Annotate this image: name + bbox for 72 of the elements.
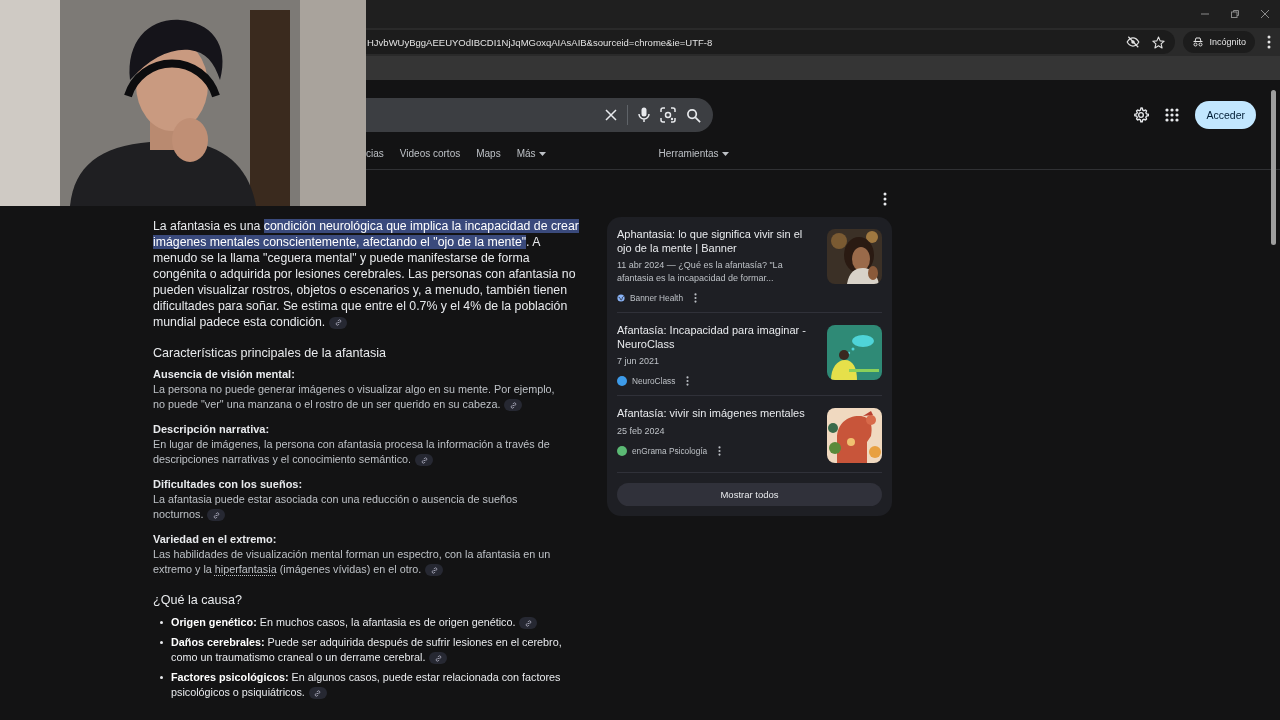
camera-search-icon[interactable] (660, 107, 676, 123)
bullet-icon (160, 641, 163, 644)
search-tab[interactable]: Maps (476, 148, 501, 162)
star-icon[interactable] (1152, 35, 1166, 49)
site-name[interactable]: enGrama Psicología (632, 445, 708, 456)
list-item-text: Origen genético: En muchos casos, la afantasia es de origen genético. (171, 615, 538, 630)
source-link-button[interactable] (504, 399, 523, 412)
result-date: 25 feb 2024 (617, 424, 666, 438)
more-options-icon[interactable] (686, 376, 690, 386)
scrollbar-thumb[interactable] (1271, 90, 1276, 245)
incognito-button[interactable]: Incógnito (1183, 31, 1255, 53)
source-link-button[interactable] (425, 564, 444, 577)
show-all-button[interactable]: Mostrar todos (617, 483, 882, 506)
microphone-icon[interactable] (638, 107, 650, 123)
more-options-icon[interactable] (718, 445, 722, 456)
close-icon[interactable] (1260, 9, 1270, 19)
search-tab[interactable]: cias (366, 148, 384, 162)
feature-text: La persona no puede generar imágenes o visualizar algo en su mente. Por ejemplo, no puede "ver" una manzana o el rostro de un ser querido en su cabeza. (153, 382, 556, 412)
apps-grid-icon[interactable] (1165, 108, 1180, 122)
bullet-icon (160, 676, 163, 679)
link-icon (434, 654, 442, 662)
source-link-button[interactable] (308, 687, 327, 700)
source-link-button[interactable] (207, 509, 226, 522)
link-icon (314, 689, 322, 697)
eye-slash-icon[interactable] (1126, 35, 1141, 49)
feature-text: En lugar de imágenes, la persona con afantasia procesa la información a través de descripciones narrativas y el conocimiento semántico. (153, 437, 551, 467)
caret-icon (538, 151, 546, 156)
search-tab[interactable]: Más (516, 148, 546, 162)
section-heading: Características principales de la afantasia (153, 346, 388, 360)
source-link-button[interactable] (415, 454, 434, 467)
restore-icon[interactable] (1230, 9, 1240, 19)
feature-text: La afantasia puede estar asociada con una reducción o ausencia de sueños nocturnos. (153, 492, 519, 522)
site-name[interactable]: NeuroClass (632, 376, 676, 386)
caret-icon (721, 151, 729, 156)
search-tab[interactable]: Videos cortos (399, 148, 461, 162)
link-icon (420, 456, 428, 464)
list-item-text: Factores psicológicos: En algunos casos, puede estar relacionada con factores psicológicos o psiquiátricos. (171, 670, 562, 700)
site-name[interactable]: Banner Health (630, 293, 684, 303)
more-options-icon[interactable] (694, 293, 698, 303)
link-icon (509, 401, 517, 409)
feature-title: Ausencia de visión mental: (153, 367, 296, 382)
list-item-text: Daños cerebrales: Puede ser adquirida después de sufrir lesiones en el cerebro, como un traumatismo craneal o un derrame cerebral. (171, 635, 563, 665)
feature-text: Las habilidades de visualización mental forman un espectro, con la afantasia en un extremo y la hiperfantasia (imágenes vívidas) en el otro. (153, 547, 552, 577)
link-icon (334, 319, 342, 327)
search-icon[interactable] (686, 107, 701, 123)
tools-menu[interactable]: Herramientas (658, 148, 729, 162)
sign-in-button[interactable]: Acceder (1195, 101, 1256, 129)
result-snippet: 11 abr 2024 — ¿Qué es la afantasía? "La afantasia es la incapacidad de formar... (617, 259, 784, 285)
section-heading: ¿Qué la causa? (153, 593, 243, 607)
incognito-icon (1192, 37, 1205, 47)
result-date: 7 jun 2021 (617, 355, 661, 368)
settings-icon[interactable] (1133, 107, 1150, 123)
more-options-icon[interactable] (883, 192, 887, 206)
feature-title: Descripción narrativa: (153, 422, 271, 437)
result-title[interactable]: Afantasía: Incapacidad para imaginar - NeuroClass (617, 324, 819, 351)
feature-title: Dificultades con los sueños: (153, 477, 304, 492)
source-link-button[interactable] (329, 316, 348, 329)
paragraph: La afantasia es una condición neurológica que implica la incapacidad de crear imágenes mentales conscientemente, afectando el "ojo de la mente". A menudo se la llama "ceguera mental" y puede manifestarse de forma congénita o adquirida por lesiones cerebrales. Las personas con afantasia no pueden visualizar rostros, objetos o escenarios y, a menudo, también tienen dificultades para soñar. Se estima que entre el 0.7% y el 4% de la población mundial padece esta condición. (153, 218, 580, 330)
source-link-button[interactable] (519, 617, 538, 630)
link-icon (212, 511, 220, 519)
source-link-button[interactable] (429, 652, 448, 665)
bullet-icon (160, 621, 163, 624)
result-title[interactable]: Afantasía: vivir sin imágenes mentales (617, 407, 819, 421)
search-field[interactable] (366, 98, 713, 132)
link-icon (525, 619, 532, 627)
link[interactable]: hiperfantasia (214, 563, 277, 575)
feature-title: Variedad en el extremo: (153, 532, 278, 547)
menu-icon[interactable] (1267, 35, 1271, 49)
clear-icon[interactable] (605, 109, 617, 121)
address-bar[interactable]: HJvbWUyBggAEEUYOdIBCDI1NjJqMGoxqAIAsAIB&sourceid=chrome&ie=UTF-8 (366, 30, 1176, 54)
link-icon (430, 566, 438, 574)
result-title[interactable]: Aphantasia: lo que significa vivir sin el ojo de la mente | Banner (617, 228, 819, 255)
